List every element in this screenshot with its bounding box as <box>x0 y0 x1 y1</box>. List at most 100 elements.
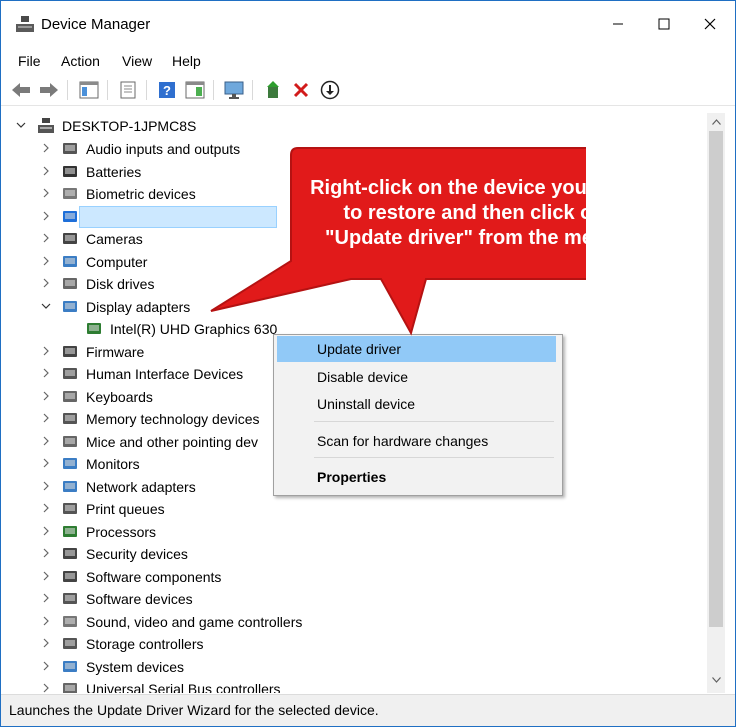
tree-item-label: Processors <box>86 523 157 540</box>
security-icon <box>63 548 77 559</box>
camera-icon <box>63 233 77 244</box>
chevron-right-icon[interactable] <box>41 593 51 603</box>
callout-line-2: to restore and then click on <box>343 202 605 224</box>
chevron-down-icon[interactable] <box>41 301 51 311</box>
window-title: Device Manager <box>41 16 151 33</box>
chevron-right-icon[interactable] <box>41 391 51 401</box>
tree-item-sound[interactable]: Sound, video and game controllers <box>1 611 701 633</box>
tree-item-label: Print queues <box>86 501 165 517</box>
tree-item-security[interactable]: Security devices <box>1 543 701 565</box>
help-toolbar-button[interactable]: ? <box>156 79 178 101</box>
chevron-right-icon[interactable] <box>41 368 51 378</box>
chevron-right-icon[interactable] <box>41 481 51 491</box>
tree-item-label: Disk drives <box>86 276 155 292</box>
battery-icon <box>63 165 77 177</box>
hid-icon <box>63 368 77 379</box>
disk-icon <box>63 278 77 289</box>
menu-separator <box>314 421 554 422</box>
tree-item-processor[interactable]: Processors <box>1 521 701 543</box>
chevron-right-icon[interactable] <box>41 436 51 446</box>
chevron-right-icon[interactable] <box>41 143 51 153</box>
menu-item-scan-hardware[interactable]: Scan for hardware changes <box>277 428 556 454</box>
back-button[interactable] <box>10 79 32 101</box>
monitor-icon <box>63 458 77 469</box>
chevron-right-icon[interactable] <box>41 278 51 288</box>
scrollbar-thumb[interactable] <box>709 131 723 627</box>
usb-icon <box>63 683 77 693</box>
menu-file[interactable]: File <box>18 53 41 69</box>
update-driver-toolbar-button[interactable] <box>262 79 284 101</box>
minimize-button[interactable] <box>595 1 641 47</box>
view-toolbar-button[interactable] <box>184 79 206 101</box>
forward-button[interactable] <box>38 79 60 101</box>
chevron-right-icon[interactable] <box>41 503 51 513</box>
tree-root-label: DESKTOP-1JPMC8S <box>62 118 197 134</box>
chevron-right-icon[interactable] <box>41 256 51 266</box>
chevron-right-icon[interactable] <box>41 233 51 243</box>
chevron-right-icon[interactable] <box>41 188 51 198</box>
menu-item-properties[interactable]: Properties <box>277 464 556 490</box>
tree-item-label: Firmware <box>86 343 145 360</box>
tree-item-label: Keyboards <box>86 388 153 405</box>
tree-root[interactable]: DESKTOP-1JPMC8S <box>1 115 701 137</box>
tree-item-label: Storage controllers <box>86 636 204 652</box>
help-icon: ? <box>159 82 175 98</box>
storage-icon <box>63 638 77 649</box>
processor-icon <box>63 525 77 537</box>
chevron-right-icon[interactable] <box>41 346 51 356</box>
tree-item-label: Universal Serial Bus controllers <box>86 681 281 693</box>
chevron-right-icon[interactable] <box>41 211 51 221</box>
properties-toolbar-button[interactable] <box>117 79 139 101</box>
uninstall-toolbar-button[interactable] <box>290 79 312 101</box>
svg-text:?: ? <box>163 83 171 98</box>
tree-item-software-component[interactable]: Software components <box>1 566 701 588</box>
menu-help[interactable]: Help <box>172 53 201 69</box>
tree-item-software-device[interactable]: Software devices <box>1 588 701 610</box>
properties-sheet-icon <box>120 81 136 99</box>
tree-item-label: System devices <box>86 658 185 675</box>
maximize-button[interactable] <box>641 1 687 47</box>
computer-icon <box>38 118 54 133</box>
download-toolbar-button[interactable] <box>319 79 341 101</box>
tree-item-usb[interactable]: Universal Serial Bus controllers <box>1 678 701 693</box>
menu-item-uninstall-device[interactable]: Uninstall device <box>277 391 556 417</box>
chevron-right-icon[interactable] <box>41 166 51 176</box>
tree-item-printer[interactable]: Print queues <box>1 498 701 520</box>
tree-item-label: Display adapters <box>86 298 191 315</box>
scroll-down-button[interactable] <box>707 671 725 689</box>
chevron-right-icon[interactable] <box>41 526 51 536</box>
chevron-right-icon[interactable] <box>41 458 51 468</box>
menu-view[interactable]: View <box>122 53 152 69</box>
tree-item-storage[interactable]: Storage controllers <box>1 633 701 655</box>
device-manager-window: Device Manager File Action View Help ? D… <box>0 0 736 727</box>
chevron-down-icon[interactable] <box>16 120 26 130</box>
chevron-right-icon[interactable] <box>41 616 51 626</box>
tree-item-label: Computer <box>86 253 148 270</box>
memory-tech-icon <box>63 413 77 424</box>
chevron-down-icon <box>711 677 721 683</box>
scroll-up-button[interactable] <box>707 113 725 131</box>
system-icon <box>63 660 77 672</box>
menu-item-disable-device[interactable]: Disable device <box>277 364 556 390</box>
chevron-right-icon[interactable] <box>41 413 51 423</box>
tree-item-label: Mice and other pointing dev <box>86 433 258 450</box>
update-driver-icon <box>267 81 279 98</box>
title-bar: Device Manager <box>1 1 735 47</box>
vertical-scrollbar[interactable] <box>707 113 725 693</box>
forward-arrow-icon <box>40 83 58 97</box>
close-button[interactable] <box>687 1 733 47</box>
minimize-icon <box>613 23 623 25</box>
tree-item-label: Biometric devices <box>86 186 196 202</box>
chevron-right-icon[interactable] <box>41 661 51 671</box>
chevron-right-icon[interactable] <box>41 548 51 558</box>
scan-hardware-button[interactable] <box>223 79 245 101</box>
chevron-right-icon[interactable] <box>41 683 51 693</box>
tree-item-label: Security devices <box>86 546 188 562</box>
chevron-right-icon[interactable] <box>41 571 51 581</box>
chevron-right-icon[interactable] <box>41 638 51 648</box>
status-text: Launches the Update Driver Wizard for th… <box>9 702 379 718</box>
menu-action[interactable]: Action <box>61 53 100 69</box>
tree-item-system[interactable]: System devices <box>1 656 701 678</box>
display-icon <box>63 300 77 312</box>
show-hide-console-tree-button[interactable] <box>78 79 100 101</box>
